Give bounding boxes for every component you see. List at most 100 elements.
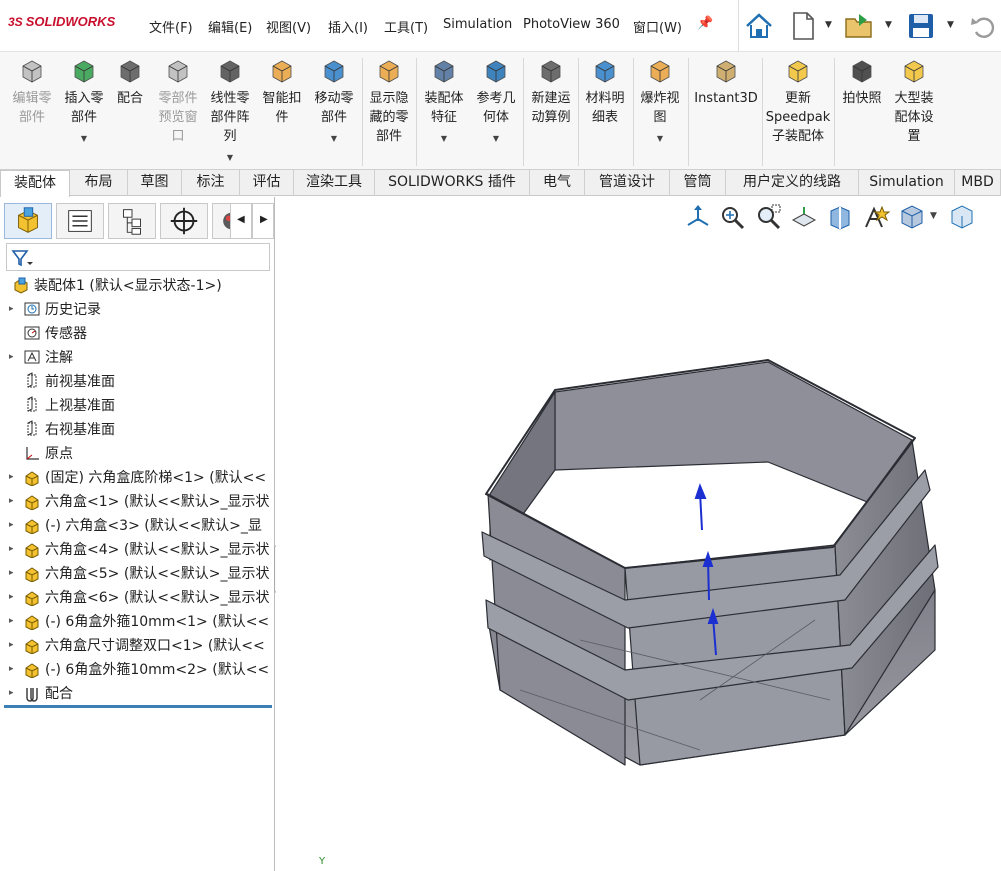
tree-item[interactable]: 前视基准面 <box>0 369 275 393</box>
hexagonal-box-assembly-model[interactable] <box>276 197 1001 871</box>
tree-item[interactable]: ▸ 六角盒<4> (默认<<默认>_显示状 <box>0 537 275 561</box>
instant3d-button[interactable]: Instant3D <box>693 56 759 108</box>
tab-1[interactable]: 布局 <box>70 170 128 196</box>
tree-item[interactable]: ▸ (固定) 六角盒底阶梯<1> (默认<< <box>0 465 275 489</box>
large-assembly-settings-button[interactable]: 大型装 配体设置 <box>888 56 940 146</box>
rollback-bar[interactable] <box>4 705 272 708</box>
tab-configuration-manager[interactable] <box>108 203 156 239</box>
dropdown-arrow-icon[interactable]: ▼ <box>331 129 337 148</box>
tab-property-manager[interactable] <box>56 203 104 239</box>
move-component-button[interactable]: 移动零 部件 ▼ <box>310 56 358 148</box>
new-document-icon[interactable] <box>787 10 819 42</box>
exploded-view-button[interactable]: 爆炸视图 ▼ <box>637 56 683 148</box>
expand-arrow-icon[interactable]: ▸ <box>9 616 19 626</box>
tree-item-label: 六角盒<6> (默认<<默认>_显示状 <box>45 590 270 606</box>
expand-arrow-icon[interactable]: ▸ <box>9 544 19 554</box>
open-folder-icon[interactable] <box>843 10 875 42</box>
dropdown-arrow-icon[interactable]: ▼ <box>441 129 447 148</box>
tree-item-label: 六角盒<4> (默认<<默认>_显示状 <box>45 542 270 558</box>
expand-arrow-icon[interactable]: ▸ <box>9 304 19 314</box>
menu-edit[interactable]: 编辑(E) <box>208 17 252 36</box>
tab-3[interactable]: 标注 <box>182 170 240 196</box>
dropdown-arrow-icon[interactable]: ▼ <box>81 129 87 148</box>
tab-2[interactable]: 草图 <box>128 170 182 196</box>
tree-item[interactable]: 原点 <box>0 441 275 465</box>
tab-scroll-left[interactable]: ◀ <box>230 203 252 239</box>
menu-window[interactable]: 窗口(W) <box>633 17 682 36</box>
mate-button[interactable]: 配合 <box>110 56 150 108</box>
tree-item[interactable]: ▸ 历史记录 <box>0 297 275 321</box>
linear-component-pattern-button[interactable]: 线性零 部件阵列 ▼ <box>206 56 254 167</box>
expand-arrow-icon[interactable]: ▸ <box>9 352 19 362</box>
menu-insert[interactable]: 插入(I) <box>328 17 368 36</box>
menu-photoview[interactable]: PhotoView 360 <box>523 17 620 32</box>
menu-view[interactable]: 视图(V) <box>266 17 311 36</box>
part-icon <box>25 615 39 630</box>
tab-0[interactable]: 装配体 <box>0 170 70 197</box>
graphics-viewport[interactable]: ▼ Y <box>276 197 1001 871</box>
tree-item[interactable]: ▸ 六角盒<6> (默认<<默认>_显示状 <box>0 585 275 609</box>
expand-arrow-icon[interactable]: ▸ <box>9 520 19 530</box>
smart-fasteners-button[interactable]: 智能扣件 <box>259 56 305 127</box>
show-hidden-components-button[interactable]: 显示隐 藏的零 部件 <box>364 56 414 146</box>
tab-5[interactable]: 渲染工具 <box>294 170 375 196</box>
assembly-features-button[interactable]: 装配体 特征 ▼ <box>421 56 467 148</box>
dropdown-arrow-icon[interactable]: ▼ <box>657 129 663 148</box>
expand-arrow-icon[interactable]: ▸ <box>9 592 19 602</box>
part-icon <box>25 543 39 558</box>
update-speedpak-button[interactable]: 更新 Speedpak 子装配体 <box>766 56 830 146</box>
tab-scroll-right[interactable]: ▶ <box>252 203 274 239</box>
tab-4[interactable]: 评估 <box>240 170 294 196</box>
tree-item[interactable]: ▸ 六角盒<1> (默认<<默认>_显示状 <box>0 489 275 513</box>
expand-arrow-icon[interactable]: ▸ <box>9 688 19 698</box>
take-snapshot-button[interactable]: 拍快照 <box>840 56 884 108</box>
expand-arrow-icon[interactable]: ▸ <box>9 664 19 674</box>
tree-item[interactable]: ▸ 配合 <box>0 681 275 705</box>
expand-arrow-icon[interactable]: ▸ <box>9 496 19 506</box>
insert-components-button[interactable]: 插入零 部件 ▼ <box>61 56 107 148</box>
dropdown-arrow-icon[interactable]: ▼ <box>493 129 499 148</box>
solidworks-logo[interactable]: 3S SOLIDWORKS <box>8 14 115 29</box>
open-dropdown-icon[interactable]: ▼ <box>885 20 892 30</box>
dropdown-arrow-icon[interactable]: ▼ <box>227 148 233 167</box>
undo-icon[interactable] <box>967 10 999 42</box>
menu-file[interactable]: 文件(F) <box>149 17 193 36</box>
tree-root[interactable]: 装配体1 (默认<显示状态-1>) <box>0 273 275 297</box>
component-preview-window-button[interactable]: 零部件 预览窗口 <box>154 56 202 146</box>
tree-item[interactable]: ▸ 六角盒尺寸调整双口<1> (默认<< <box>0 633 275 657</box>
tab-9[interactable]: 管筒 <box>670 170 726 196</box>
save-icon[interactable] <box>905 10 937 42</box>
expand-arrow-icon[interactable]: ▸ <box>9 568 19 578</box>
tab-8[interactable]: 管道设计 <box>585 170 670 196</box>
save-dropdown-icon[interactable]: ▼ <box>947 20 954 30</box>
pin-icon[interactable]: 📌 <box>697 16 713 31</box>
tab-10[interactable]: 用户定义的线路 <box>726 170 859 196</box>
menu-tools[interactable]: 工具(T) <box>384 17 428 36</box>
tree-item[interactable]: ▸ (-) 六角盒<3> (默认<<默认>_显 <box>0 513 275 537</box>
tree-item[interactable]: 上视基准面 <box>0 393 275 417</box>
tree-filter-bar[interactable] <box>6 243 270 271</box>
home-icon[interactable] <box>743 10 775 42</box>
tree-item[interactable]: ▸ (-) 6角盒外箍10mm<2> (默认<< <box>0 657 275 681</box>
tree-item[interactable]: ▸ 六角盒<5> (默认<<默认>_显示状 <box>0 561 275 585</box>
bill-of-materials-button[interactable]: 材料明 细表 <box>581 56 629 127</box>
expand-arrow-icon[interactable]: ▸ <box>9 640 19 650</box>
tab-dimxpert[interactable] <box>160 203 208 239</box>
tree-item[interactable]: ▸ (-) 6角盒外箍10mm<1> (默认<< <box>0 609 275 633</box>
move-component-icon <box>324 60 344 83</box>
tab-feature-tree[interactable] <box>4 203 52 239</box>
tab-7[interactable]: 电气 <box>530 170 585 196</box>
edit-component-button[interactable]: 编辑零 部件 <box>9 56 55 127</box>
new-dropdown-icon[interactable]: ▼ <box>825 20 832 30</box>
menu-simulation[interactable]: Simulation <box>443 17 512 32</box>
tree-item[interactable]: ▸ 注解 <box>0 345 275 369</box>
expand-arrow-icon[interactable]: ▸ <box>9 472 19 482</box>
tab-6[interactable]: SOLIDWORKS 插件 <box>375 170 530 196</box>
ribbon-separator <box>416 58 417 166</box>
new-motion-study-button[interactable]: 新建运 动算例 <box>526 56 576 127</box>
tree-item[interactable]: 传感器 <box>0 321 275 345</box>
tree-item[interactable]: 右视基准面 <box>0 417 275 441</box>
tab-11[interactable]: Simulation <box>859 170 955 196</box>
tab-12[interactable]: MBD <box>955 170 1001 196</box>
reference-geometry-button[interactable]: 参考几 何体 ▼ <box>473 56 519 148</box>
